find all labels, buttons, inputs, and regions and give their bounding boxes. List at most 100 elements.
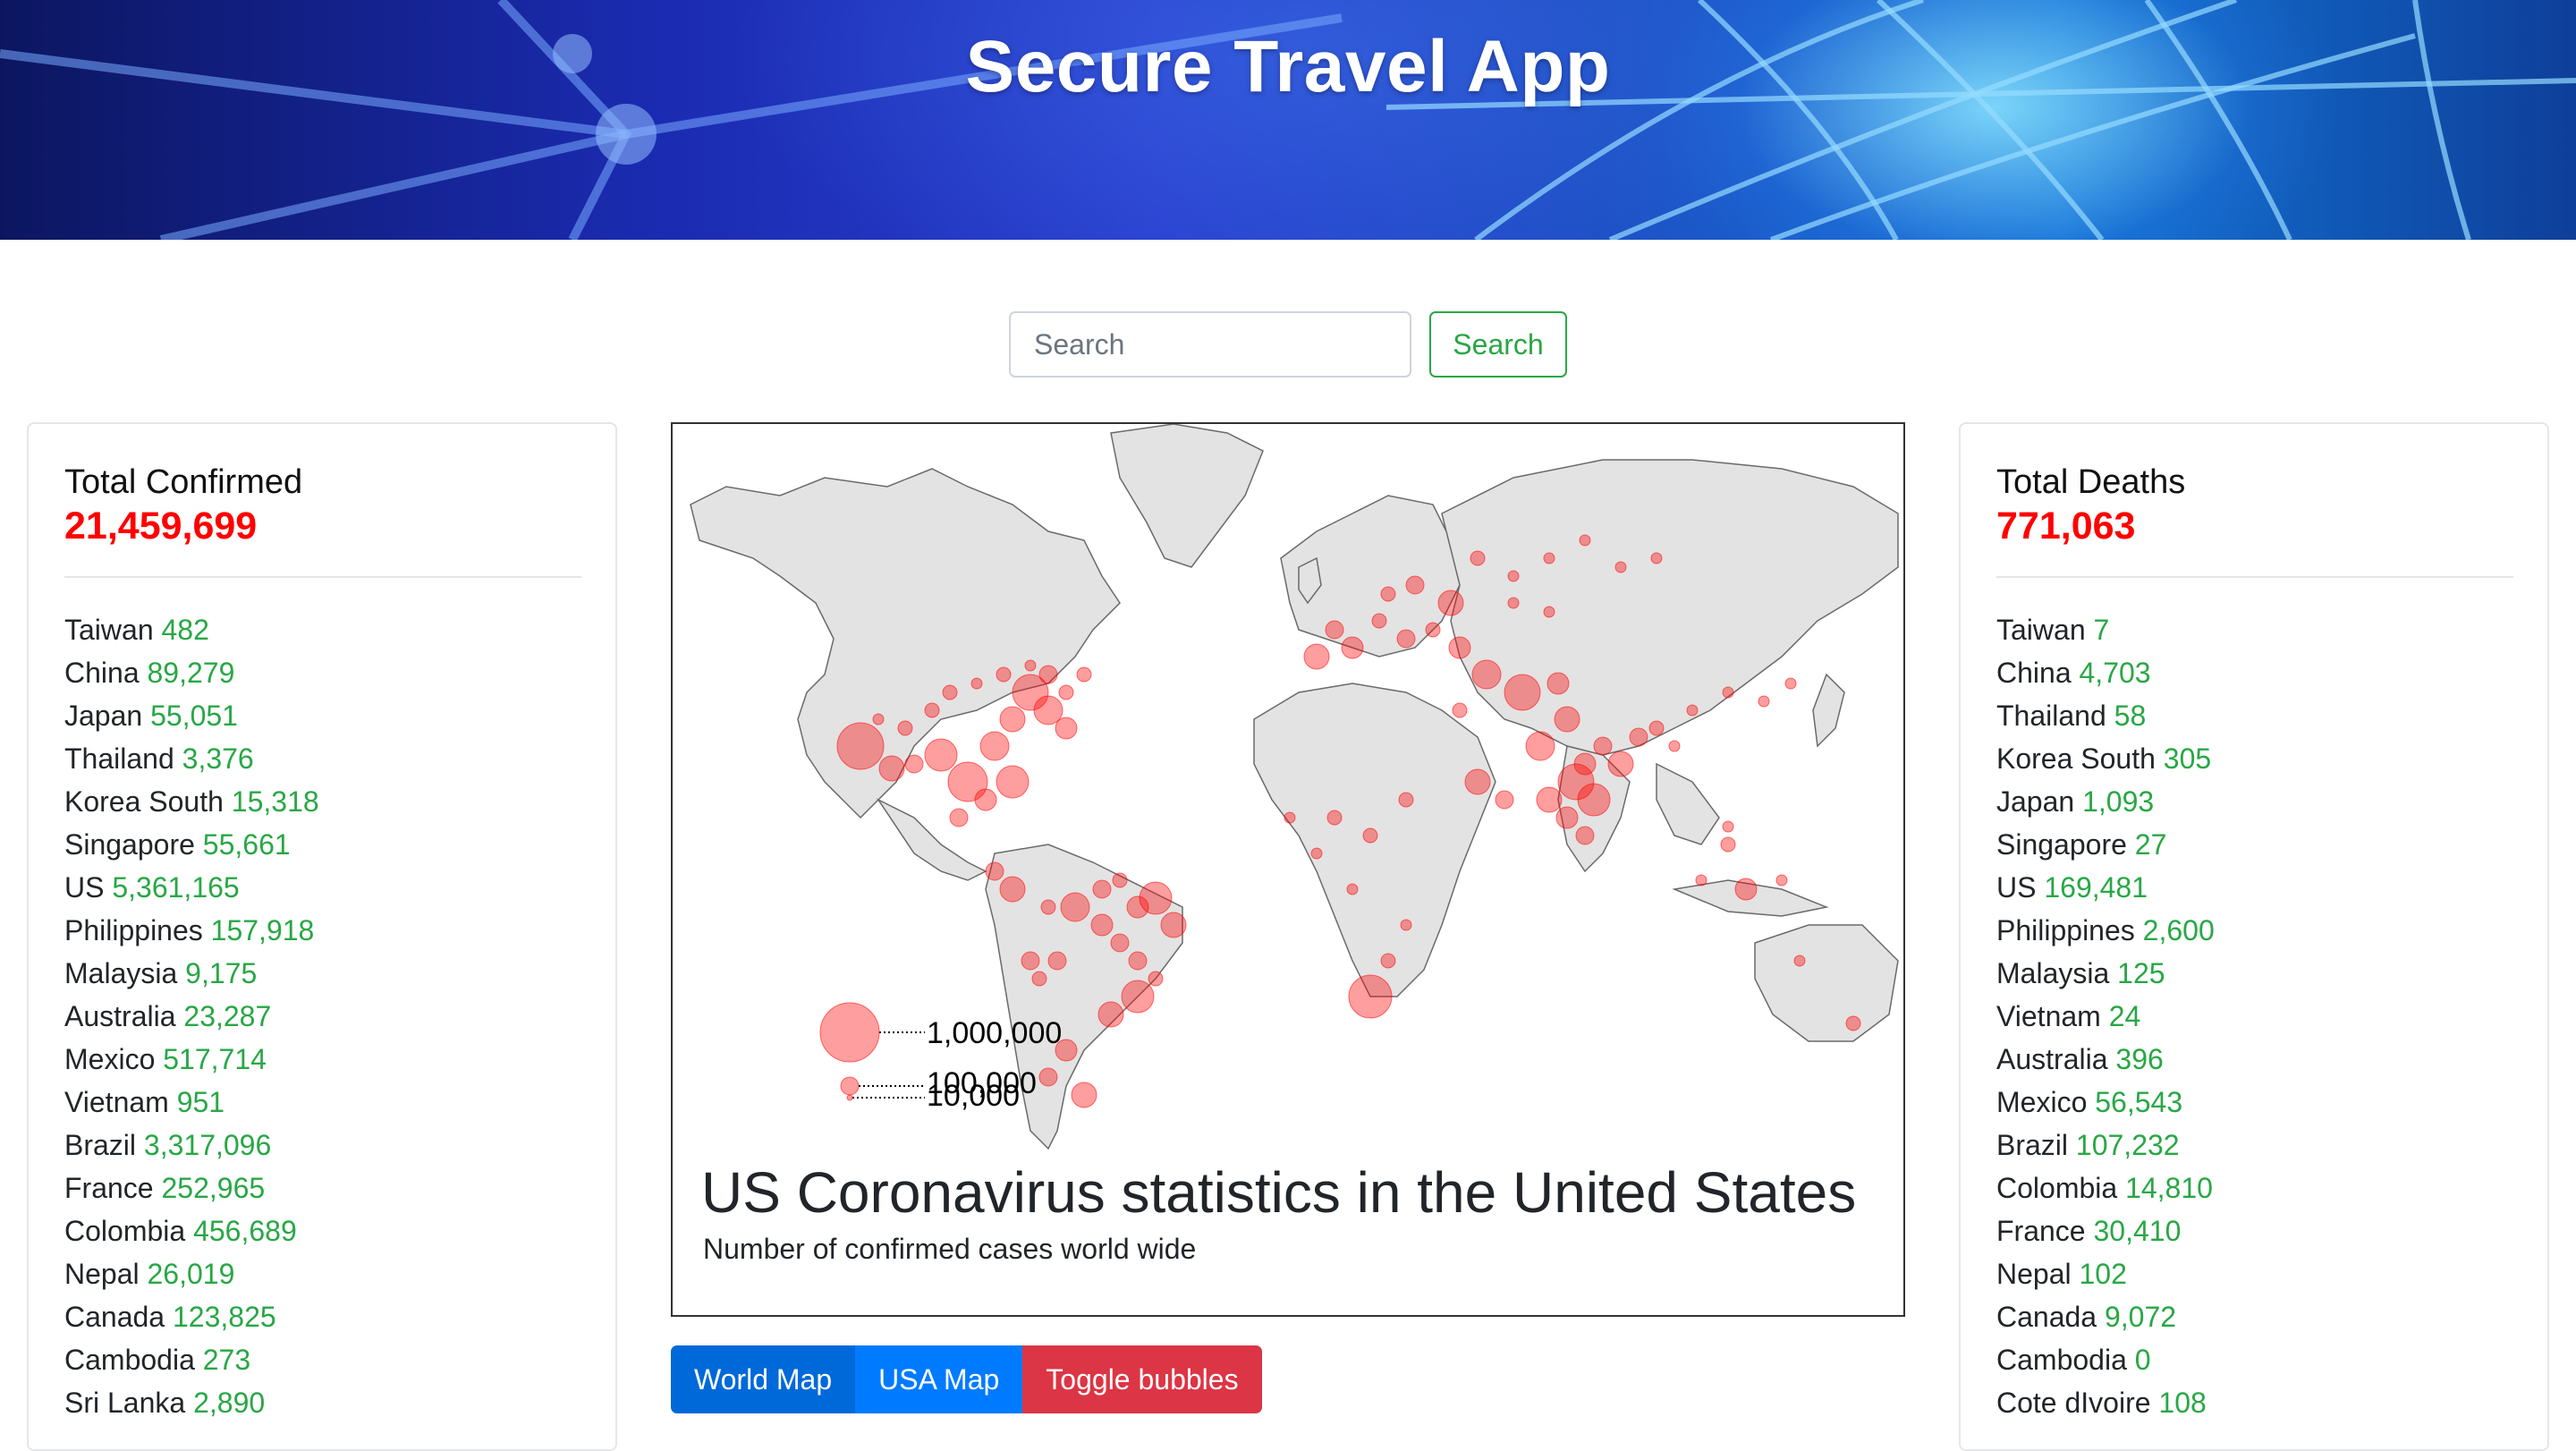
total-confirmed-title: Total Confirmed bbox=[64, 463, 303, 501]
country-value: 9,072 bbox=[2104, 1301, 2177, 1333]
country-value: 456,689 bbox=[193, 1215, 297, 1247]
case-bubble bbox=[1507, 597, 1520, 609]
country-name: Colombia bbox=[64, 1215, 186, 1247]
country-value: 0 bbox=[2134, 1344, 2151, 1376]
country-name: Korea South bbox=[64, 785, 224, 818]
southeast-asia bbox=[1656, 762, 1720, 845]
toggle-bubbles-button[interactable]: Toggle bubbles bbox=[1022, 1345, 1262, 1413]
case-bubble bbox=[999, 706, 1026, 733]
case-bubble bbox=[1110, 933, 1130, 953]
country-value: 4,703 bbox=[2079, 657, 2151, 689]
legend-bubble-large bbox=[819, 1002, 880, 1063]
country-value: 23,287 bbox=[183, 1000, 272, 1032]
country-name: Australia bbox=[1996, 1043, 2108, 1075]
case-bubble bbox=[1380, 953, 1396, 969]
country-row: Vietnam 951 bbox=[64, 1081, 319, 1124]
case-bubble bbox=[1784, 677, 1797, 690]
country-row: Mexico 56,543 bbox=[1996, 1081, 2215, 1124]
country-name: Vietnam bbox=[1996, 1000, 2101, 1032]
case-bubble bbox=[1024, 659, 1037, 672]
deaths-country-list: Taiwan 7 China 4,703 Thailand 58 Korea Sout… bbox=[1996, 608, 2215, 1424]
country-row: Philippines 2,600 bbox=[1996, 909, 2215, 952]
case-bubble bbox=[1128, 951, 1148, 971]
case-bubble bbox=[1845, 1015, 1861, 1031]
case-bubble bbox=[1452, 702, 1468, 718]
country-name: Thailand bbox=[1996, 700, 2106, 732]
divider bbox=[1996, 576, 2513, 578]
country-name: Colombia bbox=[1996, 1172, 2118, 1204]
country-value: 123,825 bbox=[172, 1301, 276, 1333]
case-bubble bbox=[1284, 811, 1296, 824]
case-bubble bbox=[1398, 792, 1414, 808]
country-value: 157,918 bbox=[210, 914, 315, 946]
country-name: France bbox=[64, 1172, 154, 1204]
case-bubble bbox=[1573, 752, 1597, 776]
country-value: 305 bbox=[2163, 742, 2212, 775]
legend-label-small: 10,000 bbox=[927, 1079, 1020, 1113]
country-value: 15,318 bbox=[231, 785, 319, 818]
country-row: Cambodia 273 bbox=[64, 1338, 319, 1381]
case-bubble bbox=[1686, 704, 1699, 717]
country-name: Nepal bbox=[64, 1258, 140, 1290]
divider bbox=[64, 576, 581, 578]
country-value: 2,600 bbox=[2142, 914, 2215, 946]
total-deaths-card: Total Deaths 771,063 Taiwan 7 China 4,703… bbox=[1959, 422, 2549, 1451]
case-bubble bbox=[1160, 912, 1187, 938]
country-name: Mexico bbox=[1996, 1086, 2088, 1118]
case-bubble bbox=[1362, 827, 1378, 844]
case-bubble bbox=[1470, 550, 1486, 566]
case-bubble bbox=[1400, 919, 1412, 931]
case-bubble bbox=[1464, 768, 1491, 795]
country-row: US 5,361,165 bbox=[64, 866, 319, 909]
world-map-button[interactable]: World Map bbox=[671, 1345, 856, 1413]
search-input[interactable] bbox=[1009, 311, 1411, 378]
country-value: 55,051 bbox=[150, 700, 238, 732]
usa-map-button[interactable]: USA Map bbox=[855, 1345, 1023, 1413]
country-row: US 169,481 bbox=[1996, 866, 2215, 909]
total-deaths-title: Total Deaths bbox=[1996, 463, 2186, 501]
japan bbox=[1812, 673, 1845, 748]
case-bubble bbox=[1303, 643, 1330, 670]
country-name: Taiwan bbox=[1996, 614, 2086, 646]
case-bubble bbox=[970, 677, 983, 690]
country-value: 7 bbox=[2093, 614, 2110, 646]
country-row: Australia 396 bbox=[1996, 1038, 2215, 1081]
country-row: Singapore 55,661 bbox=[64, 823, 319, 866]
case-bubble bbox=[1071, 1082, 1097, 1108]
case-bubble bbox=[1695, 874, 1707, 887]
case-bubble bbox=[1668, 740, 1681, 752]
country-row: Philippines 157,918 bbox=[64, 909, 319, 952]
country-row: Japan 55,051 bbox=[64, 694, 319, 737]
legend-bubble-medium bbox=[840, 1076, 860, 1096]
country-value: 169,481 bbox=[2044, 871, 2148, 904]
country-value: 2,890 bbox=[193, 1387, 266, 1419]
country-name: Mexico bbox=[64, 1043, 156, 1075]
country-value: 24 bbox=[2108, 1000, 2141, 1032]
country-value: 27 bbox=[2134, 828, 2167, 861]
country-value: 14,810 bbox=[2125, 1172, 2213, 1204]
country-row: France 30,410 bbox=[1996, 1209, 2215, 1252]
country-name: Japan bbox=[1996, 785, 2075, 818]
country-name: Brazil bbox=[1996, 1129, 2069, 1161]
australia bbox=[1754, 924, 1899, 1042]
country-value: 107,232 bbox=[2075, 1129, 2180, 1161]
country-value: 89,279 bbox=[147, 657, 235, 689]
country-value: 108 bbox=[2158, 1387, 2207, 1419]
case-bubble bbox=[904, 754, 924, 774]
case-bubble bbox=[1076, 666, 1092, 683]
case-bubble bbox=[1092, 879, 1112, 899]
country-row: Thailand 58 bbox=[1996, 694, 2215, 737]
search-button[interactable]: Search bbox=[1429, 311, 1567, 378]
case-bubble bbox=[1346, 883, 1359, 895]
country-value: 58 bbox=[2114, 700, 2147, 732]
total-confirmed-card: Total Confirmed 21,459,699 Taiwan 482 Chi… bbox=[27, 422, 617, 1451]
case-bubble bbox=[1575, 826, 1595, 845]
case-bubble bbox=[872, 713, 885, 726]
case-bubble bbox=[1021, 951, 1040, 971]
country-name: Taiwan bbox=[64, 614, 154, 646]
case-bubble bbox=[1720, 836, 1736, 853]
country-row: China 4,703 bbox=[1996, 651, 2215, 694]
case-bubble bbox=[1607, 751, 1634, 777]
case-bubble bbox=[1543, 552, 1555, 564]
case-bubble bbox=[1577, 783, 1611, 817]
